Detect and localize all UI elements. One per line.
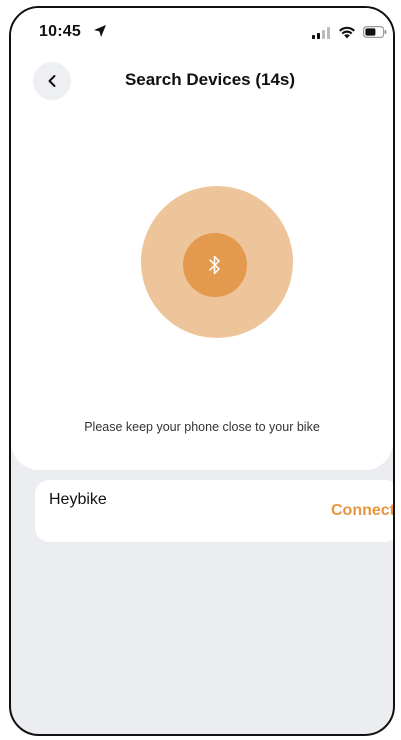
back-button[interactable]	[33, 62, 71, 100]
chevron-left-icon	[48, 75, 56, 87]
wifi-icon	[339, 26, 355, 39]
device-name: Heybike	[49, 491, 107, 508]
connect-button[interactable]: Connect	[331, 502, 393, 520]
search-panel: 10:45 Search Devices (14s) Please keep y…	[11, 8, 393, 470]
status-bar: 10:45	[11, 8, 393, 52]
device-list-item[interactable]: Heybike Connect	[35, 480, 393, 542]
bluetooth-icon	[209, 255, 220, 275]
battery-icon	[363, 26, 387, 38]
page-title: Search Devices (14s)	[124, 70, 296, 89]
status-time: 10:45	[39, 23, 81, 40]
search-hint: Please keep your phone close to your bik…	[84, 420, 320, 434]
phone-screen: 10:45 Search Devices (14s) Please keep y…	[9, 6, 395, 736]
cellular-signal-icon	[312, 27, 330, 39]
search-radar-center	[183, 233, 247, 297]
location-arrow-icon	[94, 25, 106, 37]
